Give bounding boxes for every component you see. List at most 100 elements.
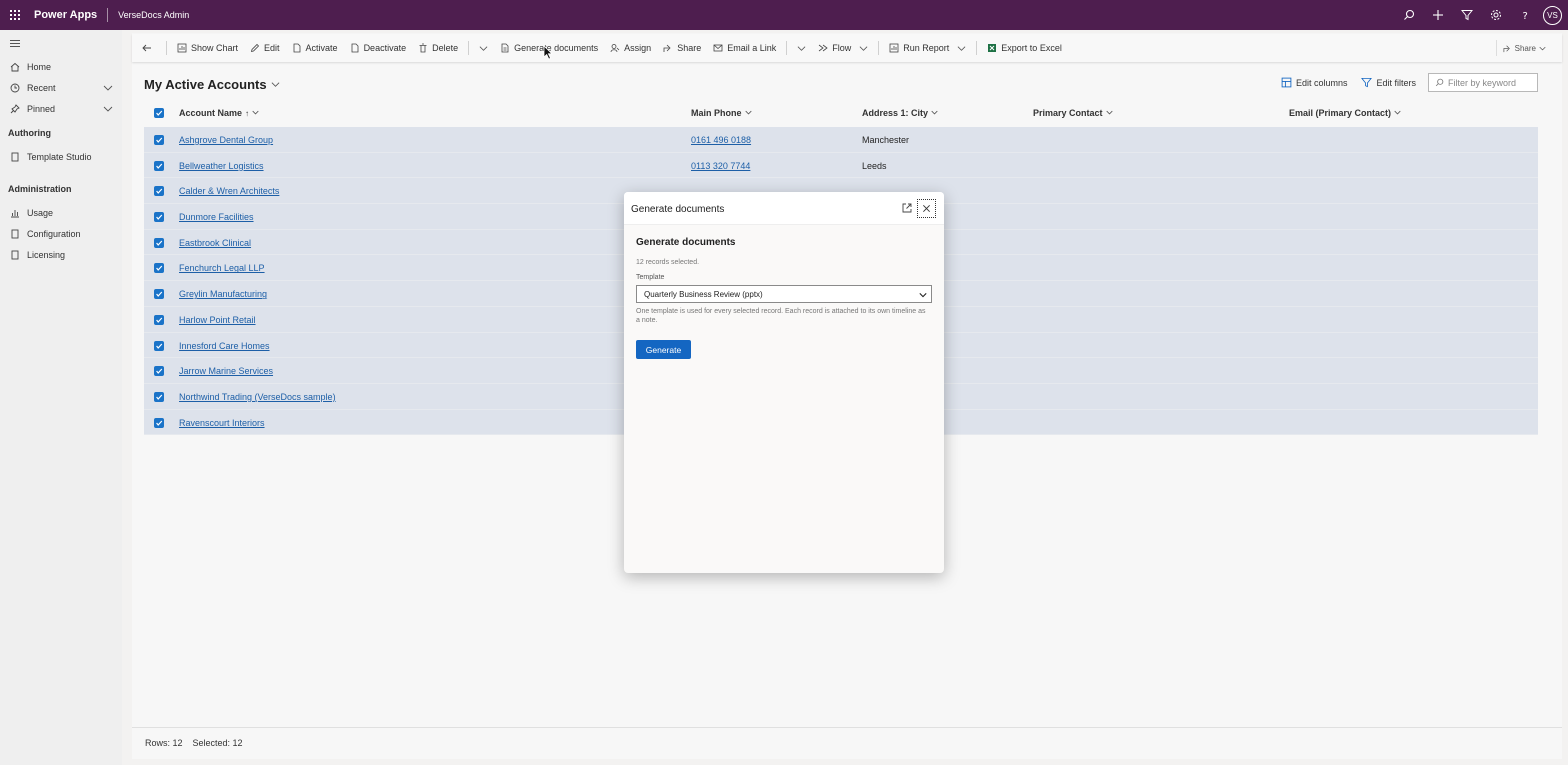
row-checkbox[interactable] xyxy=(154,237,164,248)
plus-icon[interactable] xyxy=(1423,0,1452,30)
row-checkbox[interactable] xyxy=(154,314,164,325)
nav-item-home[interactable]: Home xyxy=(0,57,122,77)
row-checkbox[interactable] xyxy=(154,340,164,351)
template-select[interactable]: Quarterly Business Review (pptx) xyxy=(636,285,932,303)
dialog-heading: Generate documents xyxy=(636,237,736,248)
dialog-header: Generate documents xyxy=(624,192,944,225)
search-icon[interactable] xyxy=(1394,0,1423,30)
account-name-link[interactable]: Innesford Care Homes xyxy=(179,341,270,351)
flow-button[interactable]: Flow xyxy=(812,34,874,62)
column-header-email[interactable]: Email (Primary Contact) xyxy=(1289,108,1401,118)
column-header-main-phone[interactable]: Main Phone xyxy=(691,108,752,118)
share-menu-button[interactable]: Share xyxy=(1495,40,1546,56)
column-header-label: Email (Primary Contact) xyxy=(1289,108,1392,118)
nav-item-configuration[interactable]: Configuration xyxy=(0,224,122,244)
more-chevron-icon[interactable] xyxy=(791,34,812,62)
filter-by-keyword-input[interactable]: Filter by keyword xyxy=(1428,73,1538,92)
row-checkbox[interactable] xyxy=(154,417,164,428)
nav-item-usage[interactable]: Usage xyxy=(0,203,122,223)
edit-columns-button[interactable]: Edit columns xyxy=(1281,77,1347,88)
nav-item-template-studio[interactable]: Template Studio xyxy=(0,147,122,167)
app-name[interactable]: Power Apps xyxy=(34,9,97,21)
activate-button[interactable]: Activate xyxy=(286,34,344,62)
close-button[interactable] xyxy=(917,199,936,218)
email-a-link-button[interactable]: Email a Link xyxy=(707,34,782,62)
table-row[interactable]: Ashgrove Dental Group 0161 496 0188 Manc… xyxy=(144,127,1538,153)
assign-button[interactable]: Assign xyxy=(604,34,657,62)
column-header-account-name[interactable]: Account Name ↑ xyxy=(179,108,259,118)
account-name-link[interactable]: Dunmore Facilities xyxy=(179,212,254,222)
edit-button[interactable]: Edit xyxy=(244,34,286,62)
column-header-city[interactable]: Address 1: City xyxy=(862,108,938,118)
row-checkbox[interactable] xyxy=(154,160,164,171)
account-name-link[interactable]: Fenchurch Legal LLP xyxy=(179,263,265,273)
phone-link[interactable]: 0113 320 7744 xyxy=(691,161,750,171)
document-icon xyxy=(292,43,302,53)
account-name-link[interactable]: Jarrow Marine Services xyxy=(179,366,273,376)
edit-filters-button[interactable]: Edit filters xyxy=(1361,77,1416,88)
row-checkbox[interactable] xyxy=(154,186,164,197)
export-to-excel-button[interactable]: Export to Excel xyxy=(981,34,1068,62)
account-name-link[interactable]: Ravenscourt Interiors xyxy=(179,418,265,428)
chevron-down-icon[interactable] xyxy=(103,104,113,116)
divider xyxy=(878,41,880,55)
nav-item-recent[interactable]: Recent xyxy=(0,78,122,98)
command-bar: Show Chart Edit Activate Deactivate Dele… xyxy=(132,34,1562,62)
divider xyxy=(166,41,167,55)
chevron-down-icon xyxy=(744,108,752,118)
column-header-label: Main Phone xyxy=(691,108,742,118)
column-header-primary-contact[interactable]: Primary Contact xyxy=(1033,108,1113,118)
nav-item-label: Recent xyxy=(27,83,56,93)
row-checkbox[interactable] xyxy=(154,212,164,223)
report-icon xyxy=(889,43,899,53)
generate-button[interactable]: Generate xyxy=(636,340,691,359)
run-report-button[interactable]: Run Report xyxy=(883,34,972,62)
help-icon[interactable]: ? xyxy=(1510,0,1539,30)
account-name-link[interactable]: Calder & Wren Architects xyxy=(179,186,279,196)
row-checkbox[interactable] xyxy=(154,366,164,377)
environment-name[interactable]: VerseDocs Admin xyxy=(118,10,189,20)
share-icon xyxy=(1503,44,1512,53)
dialog-body: Generate documents 12 records selected. … xyxy=(636,237,933,359)
more-chevron-icon[interactable] xyxy=(473,34,494,62)
account-name-link[interactable]: Harlow Point Retail xyxy=(179,315,256,325)
nav-item-label: Configuration xyxy=(27,229,81,239)
nav-item-pinned[interactable]: Pinned xyxy=(0,99,122,119)
divider xyxy=(786,41,788,55)
delete-button[interactable]: Delete xyxy=(412,34,464,62)
share-button[interactable]: Share xyxy=(657,34,707,62)
document-icon xyxy=(9,228,21,240)
chart-icon xyxy=(177,43,187,53)
filter-icon[interactable] xyxy=(1452,0,1481,30)
chevron-down-icon[interactable] xyxy=(859,44,868,53)
row-checkbox[interactable] xyxy=(154,263,164,274)
account-name-link[interactable]: Eastbrook Clinical xyxy=(179,238,251,248)
nav-item-licensing[interactable]: Licensing xyxy=(0,245,122,265)
view-selector[interactable]: My Active Accounts xyxy=(144,77,280,92)
cmd-label: Edit xyxy=(264,43,280,53)
hamburger-menu-icon[interactable] xyxy=(10,40,20,49)
popout-icon[interactable] xyxy=(902,203,912,213)
table-row[interactable]: Bellweather Logistics 0113 320 7744 Leed… xyxy=(144,153,1538,179)
account-name-link[interactable]: Ashgrove Dental Group xyxy=(179,135,273,145)
chevron-down-icon[interactable] xyxy=(957,44,966,53)
avatar[interactable]: VS xyxy=(1543,5,1562,25)
phone-link[interactable]: 0161 496 0188 xyxy=(691,135,751,145)
back-button[interactable] xyxy=(132,34,162,62)
gear-icon[interactable] xyxy=(1481,0,1510,30)
account-name-link[interactable]: Greylin Manufacturing xyxy=(179,289,267,299)
row-checkbox[interactable] xyxy=(154,289,164,300)
app-launcher-icon[interactable] xyxy=(0,0,30,30)
account-name-link[interactable]: Northwind Trading (VerseDocs sample) xyxy=(179,392,336,402)
deactivate-button[interactable]: Deactivate xyxy=(344,34,413,62)
show-chart-button[interactable]: Show Chart xyxy=(171,34,244,62)
column-header-label: Address 1: City xyxy=(862,108,929,118)
row-count: Rows: 12 xyxy=(145,737,183,748)
row-checkbox[interactable] xyxy=(154,135,164,145)
chevron-down-icon[interactable] xyxy=(103,83,113,95)
select-all-checkbox[interactable] xyxy=(154,108,164,118)
divider xyxy=(976,41,978,55)
nav-heading-authoring: Authoring xyxy=(8,128,51,138)
account-name-link[interactable]: Bellweather Logistics xyxy=(179,161,264,171)
row-checkbox[interactable] xyxy=(154,391,164,402)
